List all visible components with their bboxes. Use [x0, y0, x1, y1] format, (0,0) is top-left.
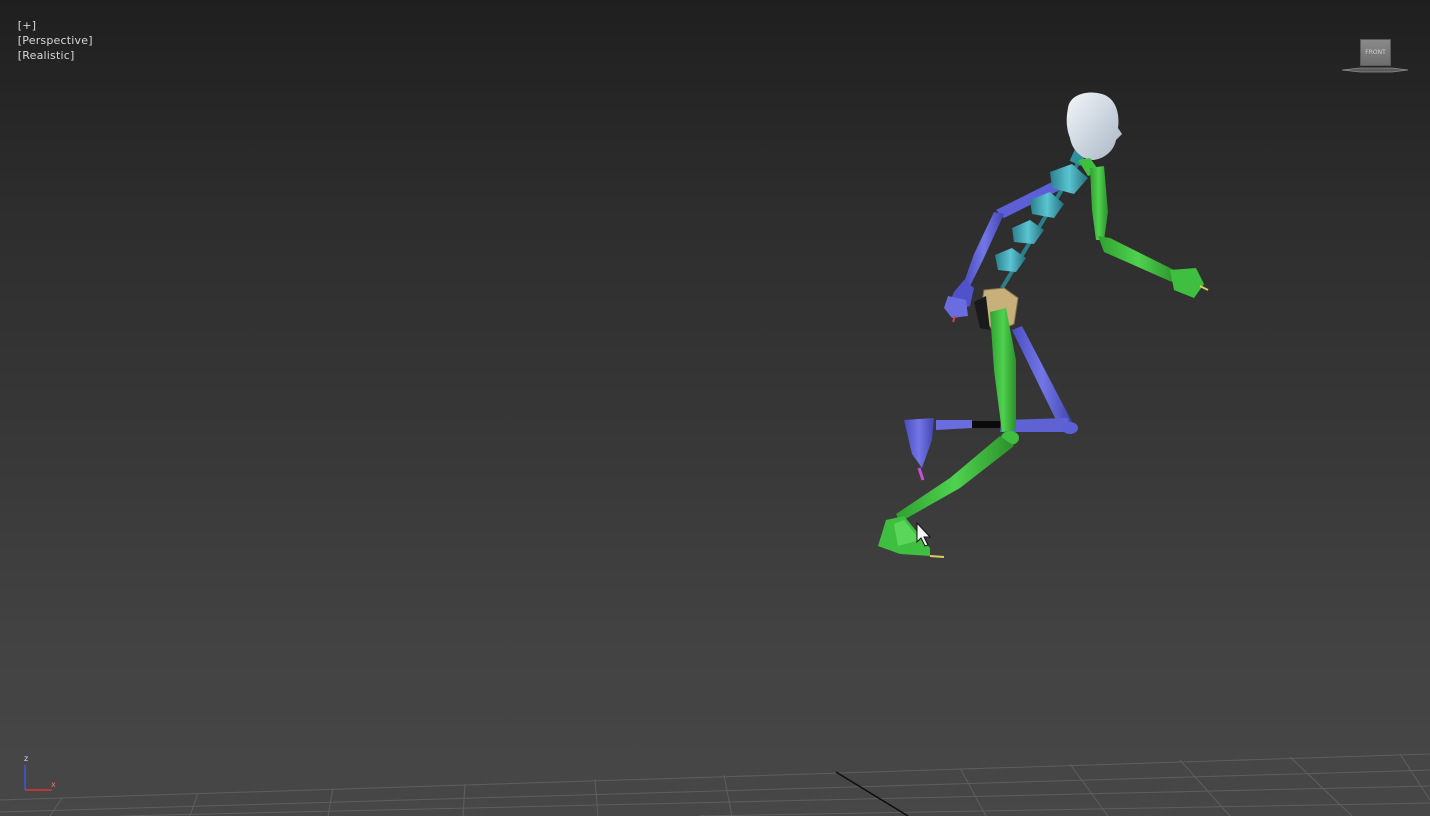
perspective-viewport[interactable]: [+] [Perspective] [Realistic] FRONT z x [0, 0, 1430, 816]
biped-left-foot[interactable] [904, 418, 934, 468]
axis-z-label: z [24, 754, 29, 763]
axis-x-label: x [51, 780, 56, 789]
biped-right-hand[interactable] [1170, 268, 1204, 298]
biped-left-ankle-link [970, 421, 1000, 428]
axis-tripod-icon: z x [14, 752, 62, 796]
scene-canvas[interactable] [0, 0, 1430, 816]
biped-left-upperarm[interactable] [964, 212, 1004, 286]
viewcube-icon[interactable]: FRONT [1340, 36, 1410, 76]
biped-right-forearm[interactable] [1098, 236, 1178, 282]
home-grid [0, 753, 1430, 816]
biped-left-thigh[interactable] [1012, 326, 1072, 428]
viewport-shading-menu[interactable]: [Realistic] [18, 49, 75, 62]
viewport-plus-menu[interactable]: [+] [18, 19, 36, 32]
biped-right-thigh[interactable] [990, 308, 1016, 432]
axis-tripod-lines [24, 765, 52, 791]
viewcube-compass-ring[interactable] [1340, 66, 1410, 74]
viewport-label: [+] [Perspective] [Realistic] [3, 3, 93, 78]
biped-skeleton[interactable] [878, 92, 1209, 558]
biped-left-knee[interactable] [1062, 422, 1078, 434]
biped-right-toe [929, 555, 945, 558]
biped-spine[interactable] [995, 148, 1088, 290]
biped-left-ankle[interactable] [936, 420, 972, 430]
viewport-view-menu[interactable]: [Perspective] [18, 34, 93, 47]
grid-axis-line [835, 771, 909, 816]
biped-right-upperarm[interactable] [1090, 166, 1108, 240]
viewcube-front-face[interactable]: FRONT [1360, 39, 1391, 66]
biped-left-toe [917, 467, 925, 481]
biped-right-finger [1199, 285, 1209, 291]
